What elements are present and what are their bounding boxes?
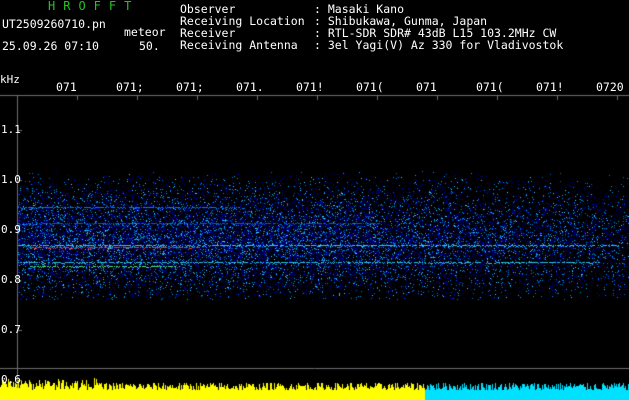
- datetime-label: 25.09.26 07:10: [2, 39, 99, 53]
- app-title: HROFFT: [48, 0, 140, 13]
- x-tick-label: 071.: [236, 80, 264, 94]
- y-tick-label: 1.1: [1, 123, 21, 136]
- y-axis-unit: kHz: [0, 73, 20, 86]
- info-key: Receiving Antenna: [180, 38, 298, 52]
- x-tick-label: 071;: [176, 80, 204, 94]
- x-tick-label: 071;: [116, 80, 144, 94]
- x-tick-label: 071: [416, 80, 437, 94]
- spectrogram-canvas: [0, 0, 629, 400]
- info-value: : 3el Yagi(V) Az 330 for Vladivostok: [314, 38, 564, 52]
- y-tick-label: 0.7: [1, 323, 21, 336]
- x-tick-label: 071!: [536, 80, 564, 94]
- file-name: UT2509260710.pn: [2, 17, 106, 31]
- x-tick-label: 071(: [356, 80, 384, 94]
- speed-label: 50.: [139, 39, 160, 53]
- x-tick-label: 071!: [296, 80, 324, 94]
- x-tick-label: 071: [56, 80, 77, 94]
- y-tick-label: 0.8: [1, 273, 21, 286]
- mode-label: meteor: [124, 25, 166, 39]
- y-tick-label: 0.6: [1, 373, 21, 386]
- y-tick-label: 1.0: [1, 173, 21, 186]
- x-tick-label: 0720: [596, 80, 624, 94]
- station-info: Observer: Masaki Kano Receiving Location…: [180, 3, 563, 51]
- info-row-antenna: Receiving Antenna : 3el Yagi(V) Az 330 fo…: [180, 39, 563, 51]
- x-tick-label: 071(: [476, 80, 504, 94]
- y-tick-label: 0.9: [1, 223, 21, 236]
